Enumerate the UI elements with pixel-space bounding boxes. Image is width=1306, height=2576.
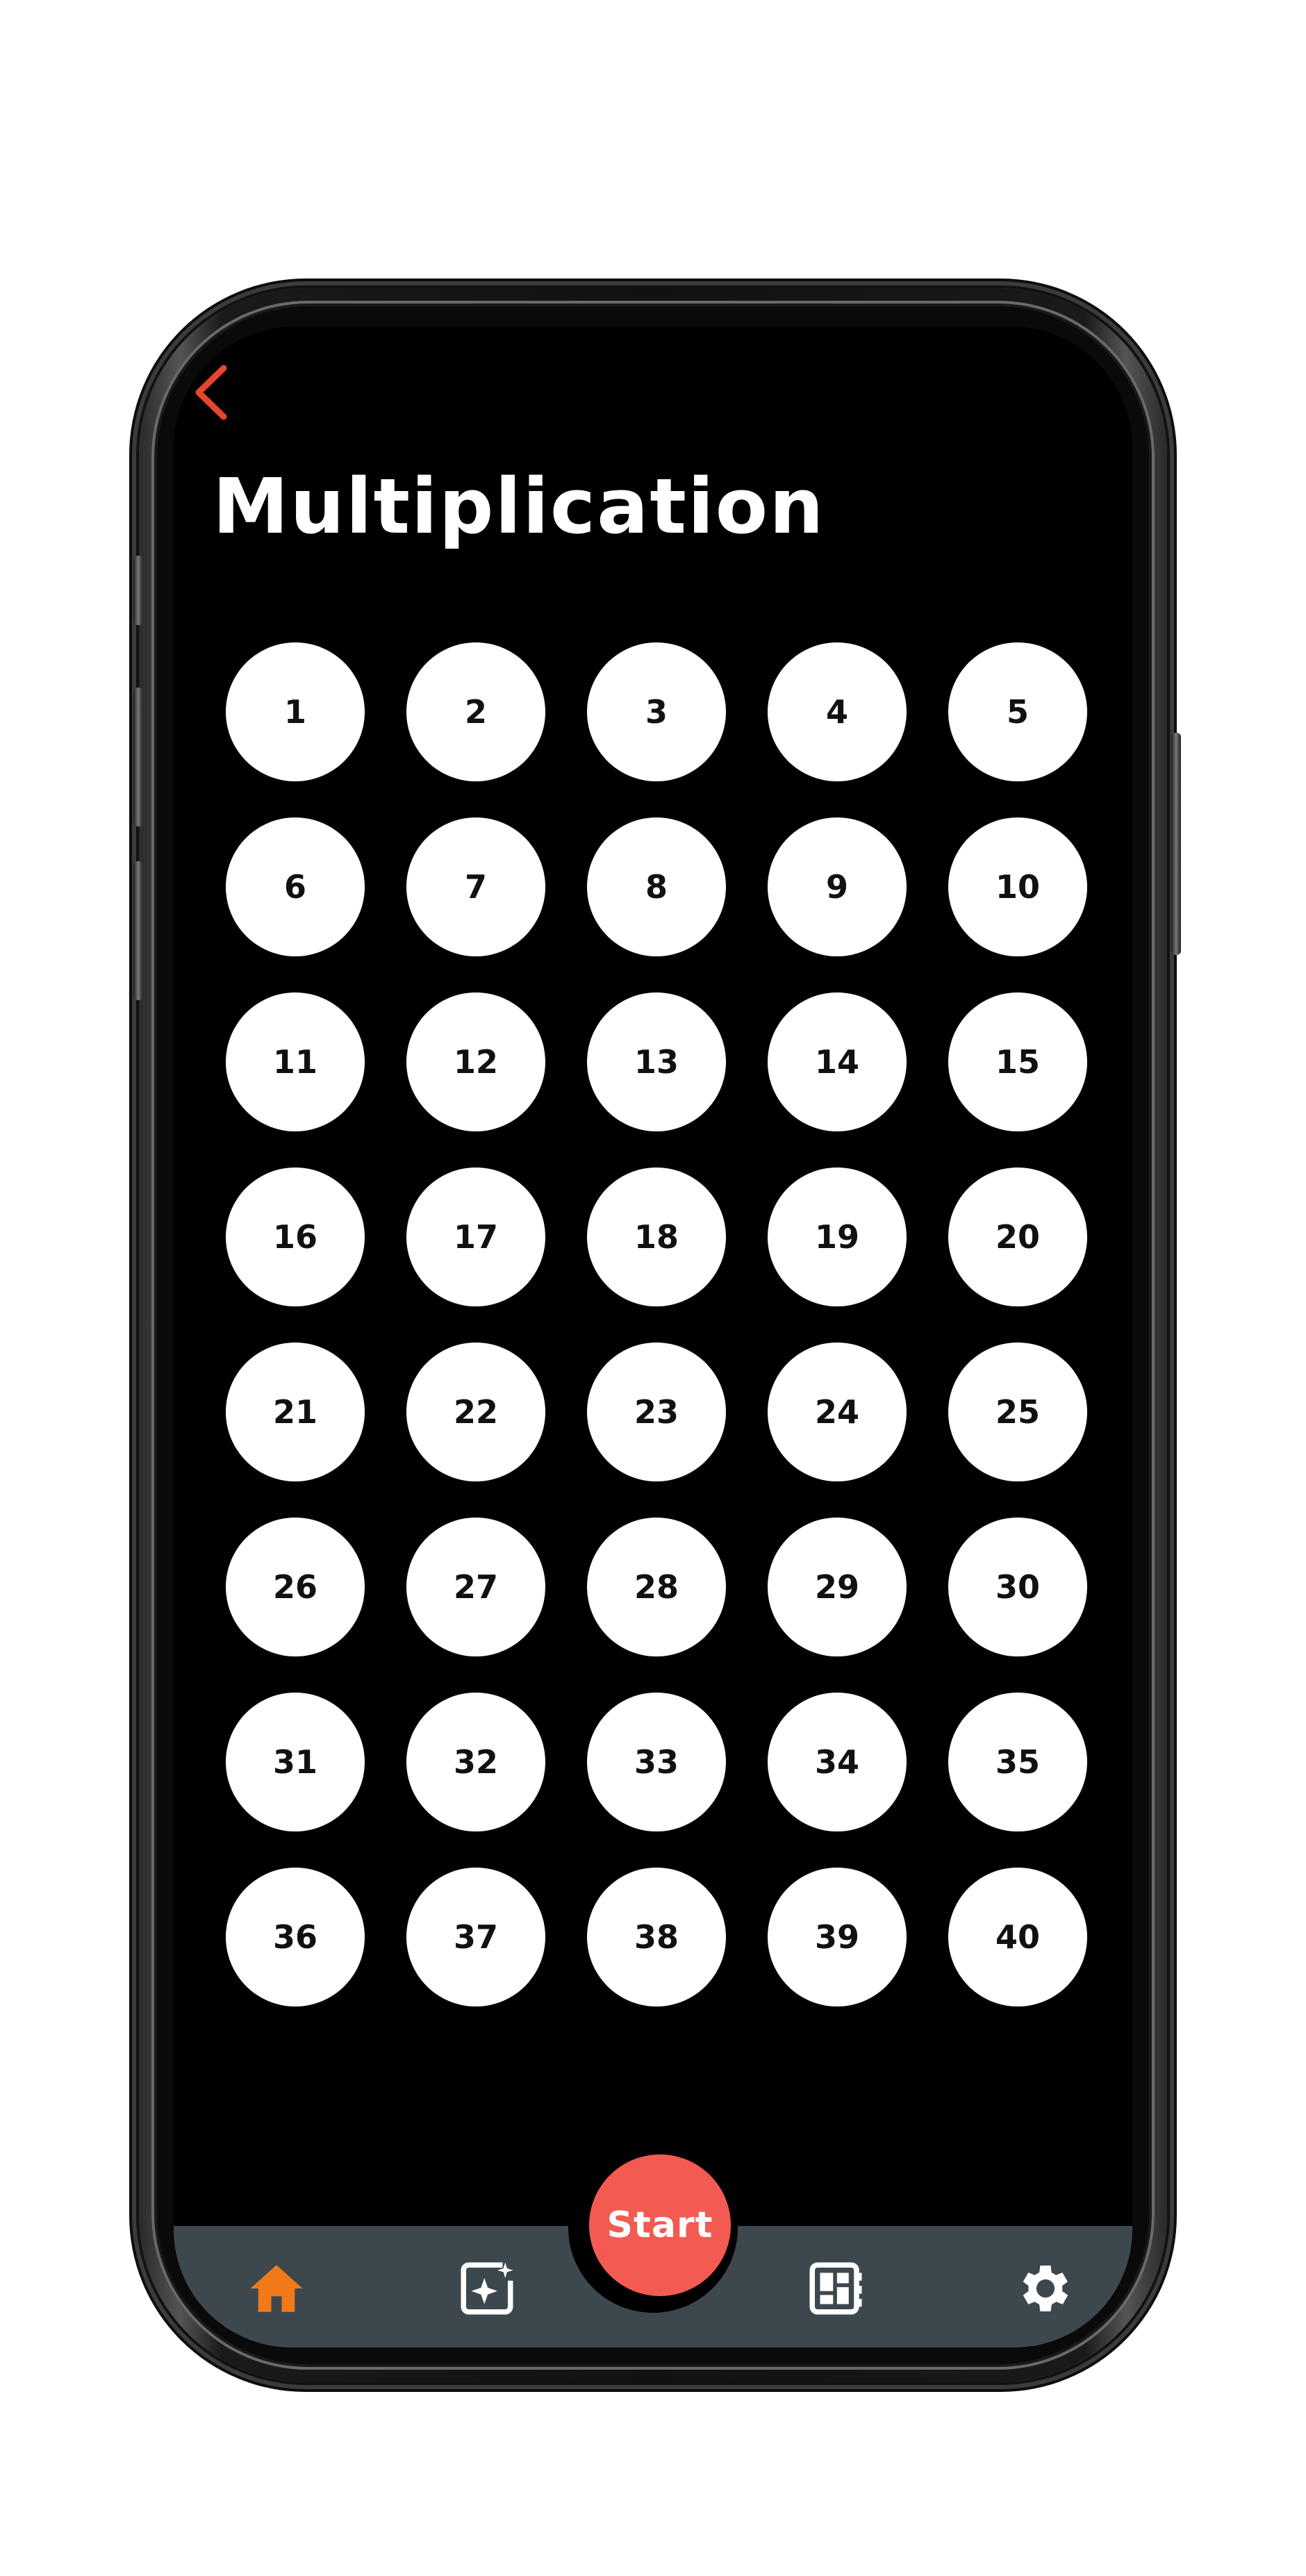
number-button[interactable]: 12 xyxy=(406,992,545,1131)
dashboard-icon xyxy=(809,2262,862,2315)
number-button[interactable]: 26 xyxy=(226,1518,365,1656)
chevron-left-icon xyxy=(195,365,227,420)
number-button[interactable]: 4 xyxy=(768,642,907,781)
number-button[interactable]: 11 xyxy=(226,992,365,1131)
number-button[interactable]: 14 xyxy=(768,992,907,1131)
start-button[interactable]: Start xyxy=(589,2154,731,2296)
number-button[interactable]: 39 xyxy=(768,1868,907,2006)
number-button[interactable]: 24 xyxy=(768,1343,907,1481)
number-button[interactable]: 7 xyxy=(406,817,545,956)
number-button[interactable]: 3 xyxy=(587,642,726,781)
number-button[interactable]: 9 xyxy=(768,817,907,956)
number-button[interactable]: 13 xyxy=(587,992,726,1131)
tab-dashboard[interactable] xyxy=(804,2257,867,2320)
tab-create[interactable] xyxy=(456,2257,518,2320)
number-button[interactable]: 38 xyxy=(587,1868,726,2006)
tab-settings[interactable] xyxy=(1014,2257,1077,2320)
number-button[interactable]: 37 xyxy=(406,1868,545,2006)
number-button[interactable]: 27 xyxy=(406,1518,545,1656)
number-button[interactable]: 30 xyxy=(948,1518,1087,1656)
number-button[interactable]: 15 xyxy=(948,992,1087,1131)
page-title: Multiplication xyxy=(213,462,825,551)
back-button[interactable] xyxy=(188,361,236,424)
number-button[interactable]: 18 xyxy=(587,1167,726,1306)
home-icon xyxy=(250,2265,303,2312)
number-button[interactable]: 20 xyxy=(948,1167,1087,1306)
number-button[interactable]: 17 xyxy=(406,1167,545,1306)
number-button[interactable]: 1 xyxy=(226,642,365,781)
number-grid: 1 2 3 4 5 6 7 8 9 10 11 12 13 14 15 16 17 18 19 20 21 22 23 24 2… xyxy=(226,642,1087,2006)
number-button[interactable]: 22 xyxy=(406,1343,545,1481)
sparkle-edit-icon xyxy=(461,2262,513,2315)
mute-switch xyxy=(133,556,143,625)
number-button[interactable]: 5 xyxy=(948,642,1087,781)
number-button[interactable]: 25 xyxy=(948,1343,1087,1481)
number-button[interactable]: 33 xyxy=(587,1693,726,1831)
number-button[interactable]: 36 xyxy=(226,1868,365,2006)
number-button[interactable]: 10 xyxy=(948,817,1087,956)
gear-icon xyxy=(1023,2266,1068,2311)
power-button xyxy=(1171,733,1181,955)
number-button[interactable]: 19 xyxy=(768,1167,907,1306)
volume-down-button xyxy=(133,861,143,1000)
number-button[interactable]: 29 xyxy=(768,1518,907,1656)
number-button[interactable]: 8 xyxy=(587,817,726,956)
number-button[interactable]: 35 xyxy=(948,1693,1087,1831)
number-button[interactable]: 34 xyxy=(768,1693,907,1831)
number-button[interactable]: 40 xyxy=(948,1868,1087,2006)
number-button[interactable]: 6 xyxy=(226,817,365,956)
number-button[interactable]: 21 xyxy=(226,1343,365,1481)
number-button[interactable]: 2 xyxy=(406,642,545,781)
number-button[interactable]: 31 xyxy=(226,1693,365,1831)
number-button[interactable]: 32 xyxy=(406,1693,545,1831)
number-button[interactable]: 16 xyxy=(226,1167,365,1306)
number-button[interactable]: 28 xyxy=(587,1518,726,1656)
number-button[interactable]: 23 xyxy=(587,1343,726,1481)
volume-up-button xyxy=(133,688,143,826)
tab-home[interactable] xyxy=(245,2257,308,2320)
